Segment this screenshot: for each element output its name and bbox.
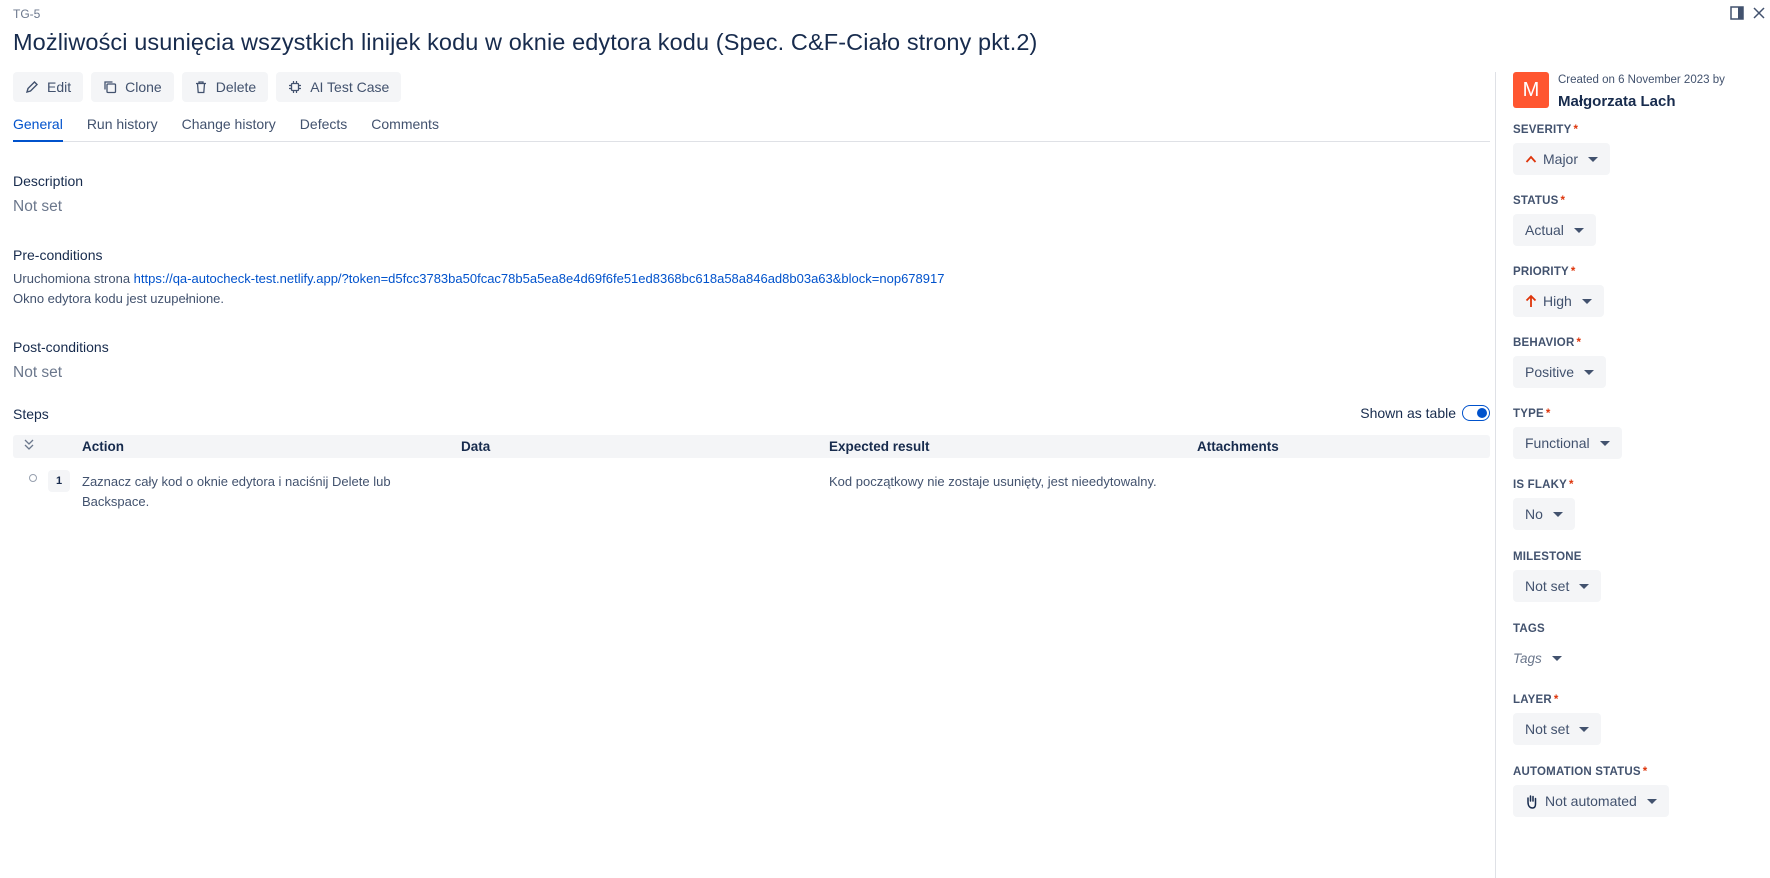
chevron-down-icon bbox=[1646, 798, 1657, 804]
chevron-down-icon bbox=[1599, 440, 1610, 446]
avatar: M bbox=[1513, 72, 1549, 108]
automation-status-dropdown[interactable]: Not automated bbox=[1513, 785, 1669, 817]
chip-icon bbox=[289, 81, 302, 93]
pencil-icon bbox=[25, 81, 38, 94]
tab-bar: General Run history Change history Defec… bbox=[13, 116, 1490, 142]
column-data: Data bbox=[461, 439, 491, 454]
ai-test-case-button[interactable]: AI Test Case bbox=[276, 72, 402, 102]
behavior-label: BEHAVIOR * bbox=[1513, 337, 1582, 349]
case-key: TG-5 bbox=[13, 7, 41, 21]
step-bullet-icon bbox=[29, 474, 37, 482]
severity-dropdown[interactable]: Major bbox=[1513, 143, 1611, 175]
priority-label: PRIORITY * bbox=[1513, 266, 1576, 278]
chevron-down-icon bbox=[1573, 227, 1584, 233]
step-number: 1 bbox=[48, 470, 70, 492]
tab-comments[interactable]: Comments bbox=[371, 116, 439, 140]
preconditions-line-1: Uruchomiona strona https://qa-autocheck-… bbox=[13, 271, 944, 286]
automation-status-value: Not automated bbox=[1545, 793, 1637, 809]
chevron-down-icon bbox=[1584, 369, 1595, 375]
column-action: Action bbox=[82, 439, 124, 454]
postconditions-heading: Post-conditions bbox=[13, 339, 109, 355]
behavior-value: Positive bbox=[1525, 364, 1575, 380]
chevron-down-icon bbox=[1579, 583, 1590, 589]
severity-label: SEVERITY * bbox=[1513, 124, 1579, 136]
chevron-up-icon bbox=[1525, 155, 1537, 163]
hand-icon bbox=[1527, 794, 1537, 809]
tags-label: TAGS bbox=[1513, 623, 1545, 635]
chevron-down-icon bbox=[1588, 156, 1599, 162]
delete-button-label: Delete bbox=[215, 79, 257, 95]
edit-button[interactable]: Edit bbox=[13, 72, 84, 102]
chevron-down-icon bbox=[1552, 511, 1563, 517]
priority-value: High bbox=[1543, 293, 1572, 309]
is-flaky-value: No bbox=[1525, 506, 1543, 522]
type-value: Functional bbox=[1525, 435, 1590, 451]
table-view-switch[interactable] bbox=[1462, 405, 1490, 421]
tab-change-history[interactable]: Change history bbox=[182, 116, 276, 140]
severity-value: Major bbox=[1543, 151, 1579, 167]
status-dropdown[interactable]: Actual bbox=[1513, 214, 1596, 246]
tab-general[interactable]: General bbox=[13, 116, 63, 142]
side-panel-icon[interactable] bbox=[1728, 4, 1746, 22]
toolbar: Edit Clone Delete AI Test Case bbox=[13, 72, 402, 102]
page-title: Możliwości usunięcia wszystkich linijek … bbox=[13, 29, 1038, 55]
preconditions-link[interactable]: https://qa-autocheck-test.netlify.app/?t… bbox=[134, 271, 945, 286]
is-flaky-dropdown[interactable]: No bbox=[1513, 498, 1575, 530]
postconditions-value: Not set bbox=[13, 364, 63, 381]
shown-as-table-toggle: Shown as table bbox=[1360, 405, 1490, 421]
trash-icon bbox=[195, 81, 206, 94]
milestone-label: MILESTONE bbox=[1513, 551, 1582, 563]
layer-label: LAYER * bbox=[1513, 694, 1559, 706]
description-heading: Description bbox=[13, 173, 84, 189]
column-attachments: Attachments bbox=[1197, 439, 1279, 454]
close-icon[interactable] bbox=[1750, 4, 1768, 22]
table-row[interactable]: 1 Zaznacz cały kod o oknie edytora i nac… bbox=[13, 470, 1490, 510]
milestone-dropdown[interactable]: Not set bbox=[1513, 570, 1602, 602]
chevron-down-icon bbox=[1551, 656, 1562, 661]
copy-icon bbox=[104, 81, 117, 94]
preconditions-line-2: Okno edytora kodu jest uzupełnione. bbox=[13, 291, 225, 306]
toggle-label: Shown as table bbox=[1360, 405, 1456, 421]
description-value: Not set bbox=[13, 198, 63, 215]
tab-run-history[interactable]: Run history bbox=[87, 116, 158, 140]
steps-table-header: Action Data Expected result Attachments bbox=[13, 435, 1490, 458]
is-flaky-label: IS FLAKY * bbox=[1513, 479, 1574, 491]
column-expected-result: Expected result bbox=[829, 439, 930, 454]
milestone-value: Not set bbox=[1525, 578, 1570, 594]
behavior-dropdown[interactable]: Positive bbox=[1513, 356, 1607, 388]
layer-dropdown[interactable]: Not set bbox=[1513, 713, 1602, 745]
tab-defects[interactable]: Defects bbox=[300, 116, 347, 140]
type-dropdown[interactable]: Functional bbox=[1513, 427, 1622, 459]
step-expected-result: Kod początkowy nie zostaje usunięty, jes… bbox=[829, 474, 1157, 489]
automation-status-label: AUTOMATION STATUS * bbox=[1513, 766, 1648, 778]
steps-heading: Steps bbox=[13, 406, 49, 422]
arrow-up-icon bbox=[1525, 294, 1537, 307]
clone-button-label: Clone bbox=[125, 79, 162, 95]
preconditions-prefix: Uruchomiona strona bbox=[13, 271, 134, 286]
tags-dropdown[interactable]: Tags bbox=[1513, 651, 1562, 666]
top-icons bbox=[1728, 4, 1768, 22]
clone-button[interactable]: Clone bbox=[91, 72, 174, 102]
created-info: Created on 6 November 2023 by bbox=[1558, 74, 1725, 86]
sidebar-divider bbox=[1495, 72, 1496, 878]
collapse-all-icon[interactable] bbox=[23, 438, 35, 455]
edit-button-label: Edit bbox=[47, 79, 72, 95]
author-name: Małgorzata Lach bbox=[1558, 93, 1676, 110]
chevron-down-icon bbox=[1579, 726, 1590, 732]
step-action: Zaznacz cały kod o oknie edytora i naciś… bbox=[82, 474, 391, 509]
type-label: TYPE * bbox=[1513, 408, 1551, 420]
delete-button[interactable]: Delete bbox=[181, 72, 269, 102]
chevron-down-icon bbox=[1581, 298, 1592, 304]
tags-placeholder: Tags bbox=[1513, 651, 1542, 666]
status-label: STATUS * bbox=[1513, 195, 1566, 207]
layer-value: Not set bbox=[1525, 721, 1570, 737]
ai-test-case-button-label: AI Test Case bbox=[310, 79, 390, 95]
status-value: Actual bbox=[1525, 222, 1564, 238]
priority-dropdown[interactable]: High bbox=[1513, 285, 1604, 317]
preconditions-heading: Pre-conditions bbox=[13, 247, 103, 263]
